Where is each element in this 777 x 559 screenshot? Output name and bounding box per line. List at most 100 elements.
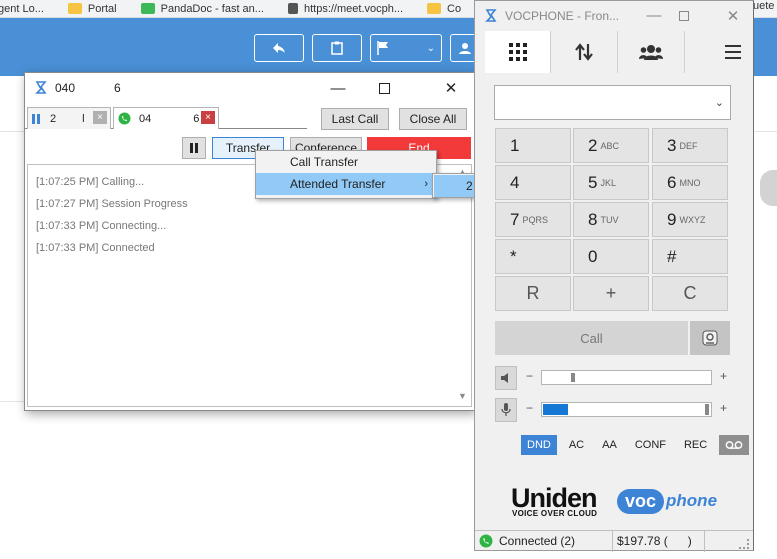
close-all-button[interactable]: Close All bbox=[399, 108, 467, 130]
tab-dialpad[interactable] bbox=[475, 31, 485, 73]
call-tab-2-suffix: 6 bbox=[193, 112, 200, 125]
whatsapp-status-icon bbox=[479, 534, 493, 548]
call-log: [1:07:25 PM] Calling... [1:07:27 PM] Ses… bbox=[27, 164, 472, 407]
call-tab-1[interactable]: 2 l × bbox=[27, 107, 111, 129]
flag-dropdown-button[interactable]: ⌄ bbox=[370, 34, 442, 62]
hold-button[interactable] bbox=[182, 137, 206, 159]
scroll-down-icon[interactable]: ▼ bbox=[458, 391, 467, 401]
clipboard-icon bbox=[331, 41, 343, 55]
mic-plus[interactable]: + bbox=[720, 401, 727, 415]
key-5[interactable]: 5 JKL bbox=[573, 165, 649, 200]
call-button[interactable]: Call bbox=[495, 321, 688, 355]
call-tab-1-suffix: l bbox=[82, 112, 85, 125]
pandadoc-icon bbox=[140, 3, 155, 14]
mic-volume-slider[interactable] bbox=[541, 402, 712, 417]
log-scrollbar[interactable]: ▲ ▼ bbox=[455, 165, 471, 406]
bookmark-0[interactable]: gent Lo... bbox=[0, 3, 44, 15]
uniden-vocphone-logo: Uniden VOICE OVER CLOUD voc phone bbox=[511, 483, 721, 523]
transfer-context-menu: Call Transfer Attended Transfer › bbox=[255, 150, 437, 199]
chevron-right-icon: › bbox=[424, 178, 428, 190]
uniden-tagline: VOICE OVER CLOUD bbox=[512, 509, 598, 518]
last-call-button[interactable]: Last Call bbox=[321, 108, 389, 130]
maximize-button[interactable] bbox=[361, 73, 407, 103]
key-8[interactable]: 8 TUV bbox=[573, 202, 649, 237]
minimize-button[interactable]: — bbox=[315, 73, 361, 103]
vocphone-app-icon bbox=[35, 81, 47, 94]
dialpad-grid-icon bbox=[508, 43, 527, 61]
call-window: 040 6 — ✕ 2 l × 04 6 × Last Call Close A… bbox=[24, 72, 475, 411]
speaker-plus[interactable]: + bbox=[720, 369, 727, 383]
balance-status: $197.78 ( ) bbox=[613, 530, 705, 552]
call-tab-2[interactable]: 04 6 × bbox=[113, 107, 219, 129]
aa-toggle[interactable]: AA bbox=[596, 435, 623, 455]
menu-item-call-transfer[interactable]: Call Transfer bbox=[256, 151, 436, 173]
voicemail-tape-icon bbox=[725, 441, 743, 449]
speaker-volume-slider[interactable] bbox=[541, 370, 712, 385]
key-star[interactable]: * bbox=[495, 239, 571, 274]
key-2[interactable]: 2 ABC bbox=[573, 128, 649, 163]
tab-contacts[interactable] bbox=[618, 31, 685, 73]
call-tab-2-close-icon[interactable]: × bbox=[201, 111, 215, 124]
dnd-toggle[interactable]: DND bbox=[521, 435, 557, 455]
key-0[interactable]: 0 bbox=[573, 239, 649, 274]
log-line: [1:07:33 PM] Connecting... bbox=[36, 220, 167, 232]
call-window-title-number: 040 bbox=[55, 81, 76, 95]
chevron-down-icon: ⌄ bbox=[426, 42, 435, 54]
user-icon bbox=[459, 43, 471, 54]
bookmark-3[interactable]: https://meet.vocph... bbox=[287, 3, 403, 15]
vocphone-app-icon bbox=[485, 8, 497, 22]
clipboard-button[interactable] bbox=[312, 34, 362, 62]
tab-transfer[interactable] bbox=[551, 31, 618, 73]
key-1[interactable]: 1 bbox=[495, 128, 571, 163]
call-tabs: 2 l × 04 6 × bbox=[25, 107, 307, 129]
connection-status: Connected (2) bbox=[475, 530, 613, 552]
dial-number-input[interactable]: ⌄ bbox=[494, 85, 731, 120]
ac-toggle[interactable]: AC bbox=[563, 435, 590, 455]
status-bar: Connected (2) $197.78 ( ) bbox=[475, 530, 753, 552]
mic-minus[interactable]: − bbox=[526, 401, 533, 415]
vocphone-close-button[interactable]: ✕ bbox=[713, 1, 753, 30]
bookmark-2[interactable]: PandaDoc - fast an... bbox=[140, 3, 264, 15]
key-4[interactable]: 4 bbox=[495, 165, 571, 200]
key-9[interactable]: 9 WXYZ bbox=[652, 202, 728, 237]
conf-toggle[interactable]: CONF bbox=[629, 435, 672, 455]
call-tab-1-close-icon[interactable]: × bbox=[93, 111, 107, 124]
microphone-icon[interactable] bbox=[495, 398, 517, 422]
key-7[interactable]: 7 PQRS bbox=[495, 202, 571, 237]
speaker-icon[interactable] bbox=[495, 366, 517, 390]
bookmark-4[interactable]: Co bbox=[427, 3, 461, 15]
voicemail-toggle[interactable] bbox=[719, 435, 750, 455]
vocphone-window: VOCPHONE - Fron... — ✕ ⌄ 1 2 ABC 3 DEF 4 5… bbox=[474, 0, 754, 552]
call-window-title-suffix: 6 bbox=[114, 81, 121, 95]
speaker-minus[interactable]: − bbox=[526, 369, 533, 383]
key-6[interactable]: 6 MNO bbox=[652, 165, 728, 200]
reply-button[interactable] bbox=[254, 34, 304, 62]
mic-level-fill bbox=[543, 404, 568, 415]
close-button[interactable]: ✕ bbox=[428, 73, 474, 103]
vocphone-maximize-button[interactable] bbox=[669, 1, 699, 30]
hamburger-menu-icon[interactable] bbox=[713, 31, 753, 73]
mic-slider-thumb[interactable] bbox=[705, 404, 709, 415]
pause-icon bbox=[190, 143, 193, 153]
voicemail-icon bbox=[702, 330, 718, 346]
link-icon bbox=[287, 3, 298, 14]
bookmark-1[interactable]: Portal bbox=[67, 3, 117, 15]
redial-button[interactable]: R bbox=[495, 276, 571, 311]
tab-dialpad-active[interactable] bbox=[485, 31, 551, 73]
voicemail-button[interactable] bbox=[690, 321, 730, 355]
reply-icon bbox=[273, 43, 285, 53]
add-button[interactable]: + bbox=[573, 276, 649, 311]
vocphone-minimize-button[interactable]: — bbox=[639, 1, 669, 30]
menu-item-attended-transfer[interactable]: Attended Transfer › bbox=[256, 173, 436, 195]
key-hash[interactable]: # bbox=[652, 239, 728, 274]
vocphone-title: VOCPHONE - Fron... bbox=[505, 8, 620, 23]
clear-button[interactable]: C bbox=[652, 276, 728, 311]
log-line: [1:07:33 PM] Connected bbox=[36, 242, 155, 254]
call-window-titlebar: 040 6 — ✕ bbox=[25, 73, 474, 103]
speaker-slider-thumb[interactable] bbox=[571, 373, 575, 382]
vocphone-titlebar: VOCPHONE - Fron... — ✕ bbox=[475, 1, 753, 30]
chevron-down-icon[interactable]: ⌄ bbox=[715, 96, 724, 109]
rec-toggle[interactable]: REC bbox=[678, 435, 713, 455]
resize-grip-icon[interactable] bbox=[739, 539, 749, 549]
key-3[interactable]: 3 DEF bbox=[652, 128, 728, 163]
